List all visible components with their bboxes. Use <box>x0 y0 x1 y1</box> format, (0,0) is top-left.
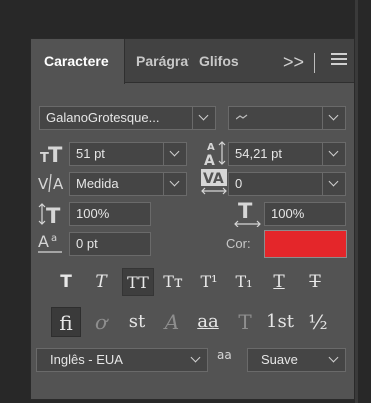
chevron-down-icon <box>328 352 339 363</box>
font-family-value: GalanoGrotesque... <box>46 110 160 125</box>
character-panel: Caractere Parágrafo Glifos >> GalanoGrot… <box>30 38 355 400</box>
all-caps-button[interactable]: TT <box>122 268 154 296</box>
svg-text:T: T <box>46 204 61 226</box>
antialias-value: Suave <box>261 352 298 367</box>
color-label: Cor: <box>226 236 251 251</box>
tracking-value: 0 <box>235 176 243 191</box>
historical-ligatures-button[interactable]: st <box>122 307 152 337</box>
color-swatch[interactable] <box>264 230 347 258</box>
antialias-select[interactable]: Suave <box>247 348 346 372</box>
svg-text:a: a <box>51 233 57 244</box>
chevron-down-icon <box>169 146 180 157</box>
kerning-value: Medida <box>76 176 119 191</box>
tracking-dropdown[interactable] <box>322 173 345 195</box>
fractions-button[interactable]: ½ <box>303 307 333 337</box>
titling-alternates-button[interactable]: T <box>230 307 260 337</box>
tab-separator <box>314 53 315 73</box>
strikethrough-button[interactable]: T <box>301 268 329 296</box>
font-size-field[interactable]: 51 pt <box>69 142 187 166</box>
tracking-select[interactable]: 0 <box>228 172 346 196</box>
discretionary-ligatures-button[interactable]: ơ <box>86 307 116 337</box>
subscript-button[interactable]: T₁ <box>230 268 258 296</box>
faux-italic-button[interactable]: T <box>87 268 115 296</box>
stylistic-alternates-button[interactable]: aa <box>193 307 223 337</box>
language-value: Inglês - EUA <box>50 352 123 367</box>
vertical-scale-value: 100% <box>76 206 110 221</box>
tab-overflow-button[interactable]: >> <box>283 52 304 73</box>
svg-text:A: A <box>207 142 215 153</box>
font-family-dropdown[interactable] <box>192 107 215 129</box>
leading-field[interactable]: 54,21 pt <box>228 142 346 166</box>
svg-text:A: A <box>204 153 215 167</box>
svg-text:T: T <box>238 199 253 223</box>
antialias-icon-text: aa <box>217 348 232 362</box>
svg-text:A: A <box>53 175 64 193</box>
kerning-icon: VA <box>38 172 66 198</box>
faux-bold-button[interactable]: T <box>52 268 80 296</box>
tab-caractere[interactable]: Caractere <box>31 39 125 84</box>
vertical-scale-field[interactable]: 100% <box>69 202 151 226</box>
horizontal-scale-value: 100% <box>271 206 305 221</box>
tracking-icon: VA <box>201 169 229 199</box>
small-caps-button[interactable]: Tт <box>159 268 187 296</box>
leading-value: 54,21 pt <box>235 146 282 161</box>
right-dock-edge <box>355 0 358 403</box>
chevron-down-icon <box>190 352 201 363</box>
font-size-value: 51 pt <box>76 146 105 161</box>
chevron-down-icon <box>328 110 339 121</box>
chevron-down-icon <box>198 110 209 121</box>
panel-tab-bar: Caractere Parágrafo Glifos >> <box>31 39 354 84</box>
font-style-placeholder-icon <box>236 114 248 120</box>
font-size-dropdown[interactable] <box>163 143 186 165</box>
kerning-dropdown[interactable] <box>163 173 186 195</box>
baseline-shift-value: 0 pt <box>76 236 98 251</box>
chevron-down-icon <box>328 146 339 157</box>
ordinals-button[interactable]: 1st <box>265 307 295 337</box>
ligatures-button[interactable]: fi <box>51 307 81 337</box>
language-select[interactable]: Inglês - EUA <box>36 348 208 372</box>
tab-paragrafo[interactable]: Parágrafo <box>126 39 189 83</box>
language-dropdown[interactable] <box>185 349 207 371</box>
swash-button[interactable]: A <box>157 307 187 337</box>
superscript-button[interactable]: T¹ <box>195 268 223 296</box>
svg-text:VA: VA <box>203 171 224 187</box>
font-style-dropdown[interactable] <box>322 107 345 129</box>
font-size-icon: TT <box>40 142 64 168</box>
chevron-down-icon <box>328 176 339 187</box>
baseline-shift-icon: Aa <box>38 231 66 259</box>
svg-text:T: T <box>48 143 63 164</box>
horizontal-scale-field[interactable]: 100% <box>264 202 346 226</box>
tab-glifos[interactable]: Glifos <box>189 39 247 83</box>
panel-menu-icon[interactable] <box>331 53 347 68</box>
underline-button[interactable]: T <box>265 268 293 296</box>
chevron-down-icon <box>169 176 180 187</box>
vertical-scale-icon: T <box>38 202 66 230</box>
leading-icon: AA <box>202 139 226 171</box>
svg-text:A: A <box>38 232 49 251</box>
antialias-icon: aa <box>217 348 232 367</box>
svg-text:V: V <box>38 175 49 193</box>
horizontal-scale-icon: T <box>234 199 262 231</box>
baseline-shift-field[interactable]: 0 pt <box>69 232 151 256</box>
font-family-select[interactable]: GalanoGrotesque... <box>39 106 216 130</box>
font-style-select[interactable] <box>228 106 346 130</box>
leading-dropdown[interactable] <box>322 143 345 165</box>
antialias-dropdown[interactable] <box>323 349 345 371</box>
kerning-select[interactable]: Medida <box>69 172 187 196</box>
